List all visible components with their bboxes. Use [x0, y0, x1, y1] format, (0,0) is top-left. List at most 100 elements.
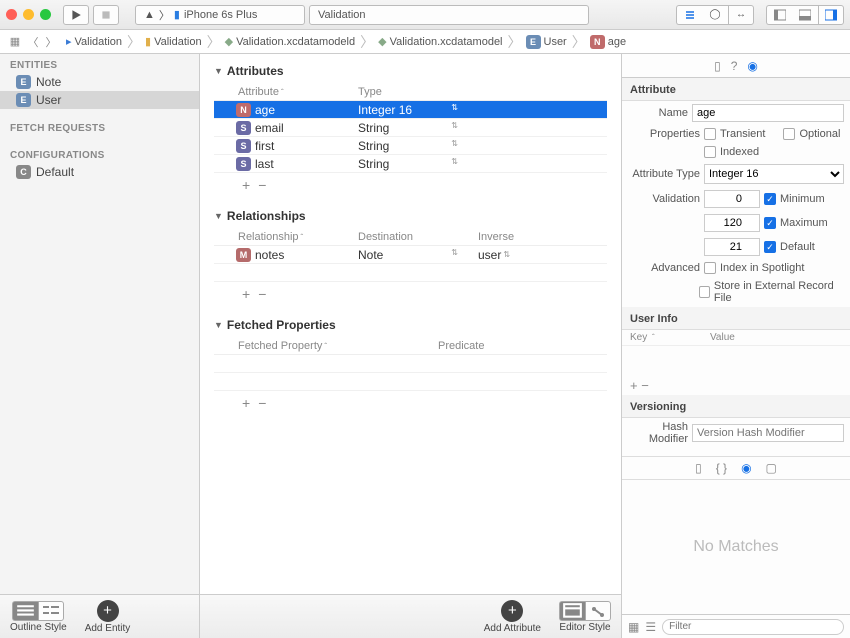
add-attribute-inline[interactable]: + — [242, 177, 258, 193]
validation-label: Validation — [628, 193, 700, 205]
stop-button[interactable] — [93, 5, 119, 25]
fetch-requests-header: FETCH REQUESTS — [0, 117, 199, 136]
remove-fetched-inline[interactable]: − — [258, 395, 274, 411]
entities-header: ENTITIES — [0, 54, 199, 73]
attributes-header[interactable]: ▼Attributes — [214, 64, 607, 78]
properties-label: Properties — [628, 128, 700, 140]
crumb-model[interactable]: ◆Validation.xcdatamodel〉 — [378, 35, 523, 49]
add-entity-button[interactable]: + Add Entity — [85, 600, 131, 634]
name-field[interactable] — [692, 104, 844, 122]
hashmod-label: Hash Modifier — [628, 421, 688, 445]
fetched-properties-header[interactable]: ▼Fetched Properties — [214, 318, 607, 332]
library-no-matches: No Matches — [622, 480, 850, 614]
model-editor: ▼Attributes AttributeˆType NageInteger 1… — [200, 54, 622, 638]
crumb-modeld[interactable]: ◆Validation.xcdatamodeld〉 — [225, 35, 377, 49]
hashmod-field[interactable] — [692, 424, 844, 442]
indexed-checkbox[interactable] — [704, 146, 716, 158]
crumb-project[interactable]: ▸Validation〉 — [66, 35, 143, 49]
min-checkbox[interactable]: ✓ — [764, 193, 776, 205]
path-bar: ▦ 〈 〉 ▸Validation〉 ▮Validation〉 ◆Validat… — [0, 30, 850, 54]
rel-col-inverse[interactable]: Inverse — [478, 231, 598, 243]
toggle-navigator-button[interactable] — [766, 5, 792, 25]
max-checkbox[interactable]: ✓ — [764, 217, 776, 229]
forward-button[interactable]: 〉 — [42, 34, 60, 50]
min-field[interactable] — [704, 190, 760, 208]
add-relationship-inline[interactable]: + — [242, 286, 258, 302]
entity-note[interactable]: ENote — [0, 73, 199, 91]
minimize-window-button[interactable] — [23, 9, 34, 20]
crumb-entity[interactable]: EUser〉 — [526, 35, 588, 49]
editor-style-control[interactable]: Editor Style — [559, 601, 611, 633]
editor-version-button[interactable]: ↔ — [728, 5, 754, 25]
versioning-section-header: Versioning — [622, 395, 850, 418]
attributes-section: ▼Attributes AttributeˆType NageInteger 1… — [214, 64, 607, 197]
userinfo-key-col[interactable]: Key ˆ — [630, 332, 710, 343]
add-attribute-button[interactable]: + Add Attribute — [484, 600, 541, 634]
window-toolbar: ▲ 〉 ▮ iPhone 6s Plus Validation ◯ ↔ — [0, 0, 850, 30]
spotlight-checkbox[interactable] — [704, 262, 716, 274]
outline-style-control[interactable]: Outline Style — [10, 601, 67, 633]
close-window-button[interactable] — [6, 9, 17, 20]
max-field[interactable] — [704, 214, 760, 232]
attr-col-type[interactable]: Type — [358, 86, 478, 98]
library-view-grid[interactable]: ▦ — [628, 620, 639, 634]
add-fetched-inline[interactable]: + — [242, 395, 258, 411]
library-media-tab[interactable]: ▢ — [766, 461, 777, 475]
file-inspector-tab[interactable]: ▯ — [714, 59, 721, 73]
entity-user[interactable]: EUser — [0, 91, 199, 109]
userinfo-remove[interactable]: − — [641, 378, 649, 393]
attr-row-email[interactable]: SemailString⇅ — [214, 119, 607, 137]
rel-row-notes[interactable]: MnotesNote⇅user⇅ — [214, 246, 607, 264]
crumb-folder[interactable]: ▮Validation〉 — [145, 35, 223, 49]
editor-assistant-button[interactable]: ◯ — [702, 5, 728, 25]
fp-col-name[interactable]: Fetched Propertyˆ — [238, 340, 438, 352]
inspector-tabs: ▯ ? ◉ — [622, 54, 850, 78]
crumb-attribute[interactable]: Nage — [590, 35, 626, 49]
relationships-header[interactable]: ▼Relationships — [214, 209, 607, 223]
scheme-selector[interactable]: ▲ 〉 ▮ iPhone 6s Plus — [135, 5, 305, 25]
rel-col-dest[interactable]: Destination — [358, 231, 478, 243]
activity-view: Validation — [309, 5, 589, 25]
advanced-label: Advanced — [628, 262, 700, 274]
optional-checkbox[interactable] — [783, 128, 795, 140]
editor-standard-button[interactable] — [676, 5, 702, 25]
library-object-tab[interactable]: ◉ — [741, 461, 751, 475]
relationships-section: ▼Relationships RelationshipˆDestinationI… — [214, 209, 607, 306]
library-view-list[interactable]: ☰ — [645, 620, 656, 634]
traffic-lights — [6, 9, 51, 20]
rel-col-name[interactable]: Relationshipˆ — [238, 231, 358, 243]
userinfo-value-col[interactable]: Value — [710, 332, 842, 343]
external-checkbox[interactable] — [699, 286, 710, 298]
fetched-properties-section: ▼Fetched Properties Fetched PropertyˆPre… — [214, 318, 607, 415]
default-field[interactable] — [704, 238, 760, 256]
data-model-inspector-tab[interactable]: ◉ — [747, 59, 757, 73]
run-button[interactable] — [63, 5, 89, 25]
default-checkbox[interactable]: ✓ — [764, 241, 776, 253]
configurations-header: CONFIGURATIONS — [0, 144, 199, 163]
library-file-templates-tab[interactable]: ▯ — [695, 461, 702, 475]
attrtype-select[interactable]: Integer 16 — [704, 164, 844, 184]
device-icon: ▮ — [174, 8, 180, 21]
userinfo-add[interactable]: + — [630, 378, 638, 393]
back-button[interactable]: 〈 — [24, 34, 42, 50]
fp-col-predicate[interactable]: Predicate — [438, 340, 558, 352]
remove-relationship-inline[interactable]: − — [258, 286, 274, 302]
attr-row-first[interactable]: SfirstString⇅ — [214, 137, 607, 155]
attrtype-label: Attribute Type — [628, 168, 700, 180]
config-default[interactable]: CDefault — [0, 163, 199, 181]
toggle-utilities-button[interactable] — [818, 5, 844, 25]
library-filter[interactable] — [662, 619, 844, 635]
library-code-snippets-tab[interactable]: { } — [716, 461, 727, 475]
transient-checkbox[interactable] — [704, 128, 716, 140]
breadcrumbs: ▸Validation〉 ▮Validation〉 ◆Validation.xc… — [66, 35, 626, 49]
remove-attribute-inline[interactable]: − — [258, 177, 274, 193]
toggle-debug-button[interactable] — [792, 5, 818, 25]
editor-bottom-bar: + Add Attribute Editor Style — [200, 594, 621, 638]
help-inspector-tab[interactable]: ? — [731, 59, 738, 73]
attr-col-name[interactable]: Attributeˆ — [238, 86, 358, 98]
zoom-window-button[interactable] — [40, 9, 51, 20]
attr-row-age[interactable]: NageInteger 16⇅ — [214, 101, 607, 119]
app-icon: ▲ — [144, 9, 155, 21]
attr-row-last[interactable]: SlastString⇅ — [214, 155, 607, 173]
related-items-button[interactable]: ▦ — [6, 34, 24, 50]
